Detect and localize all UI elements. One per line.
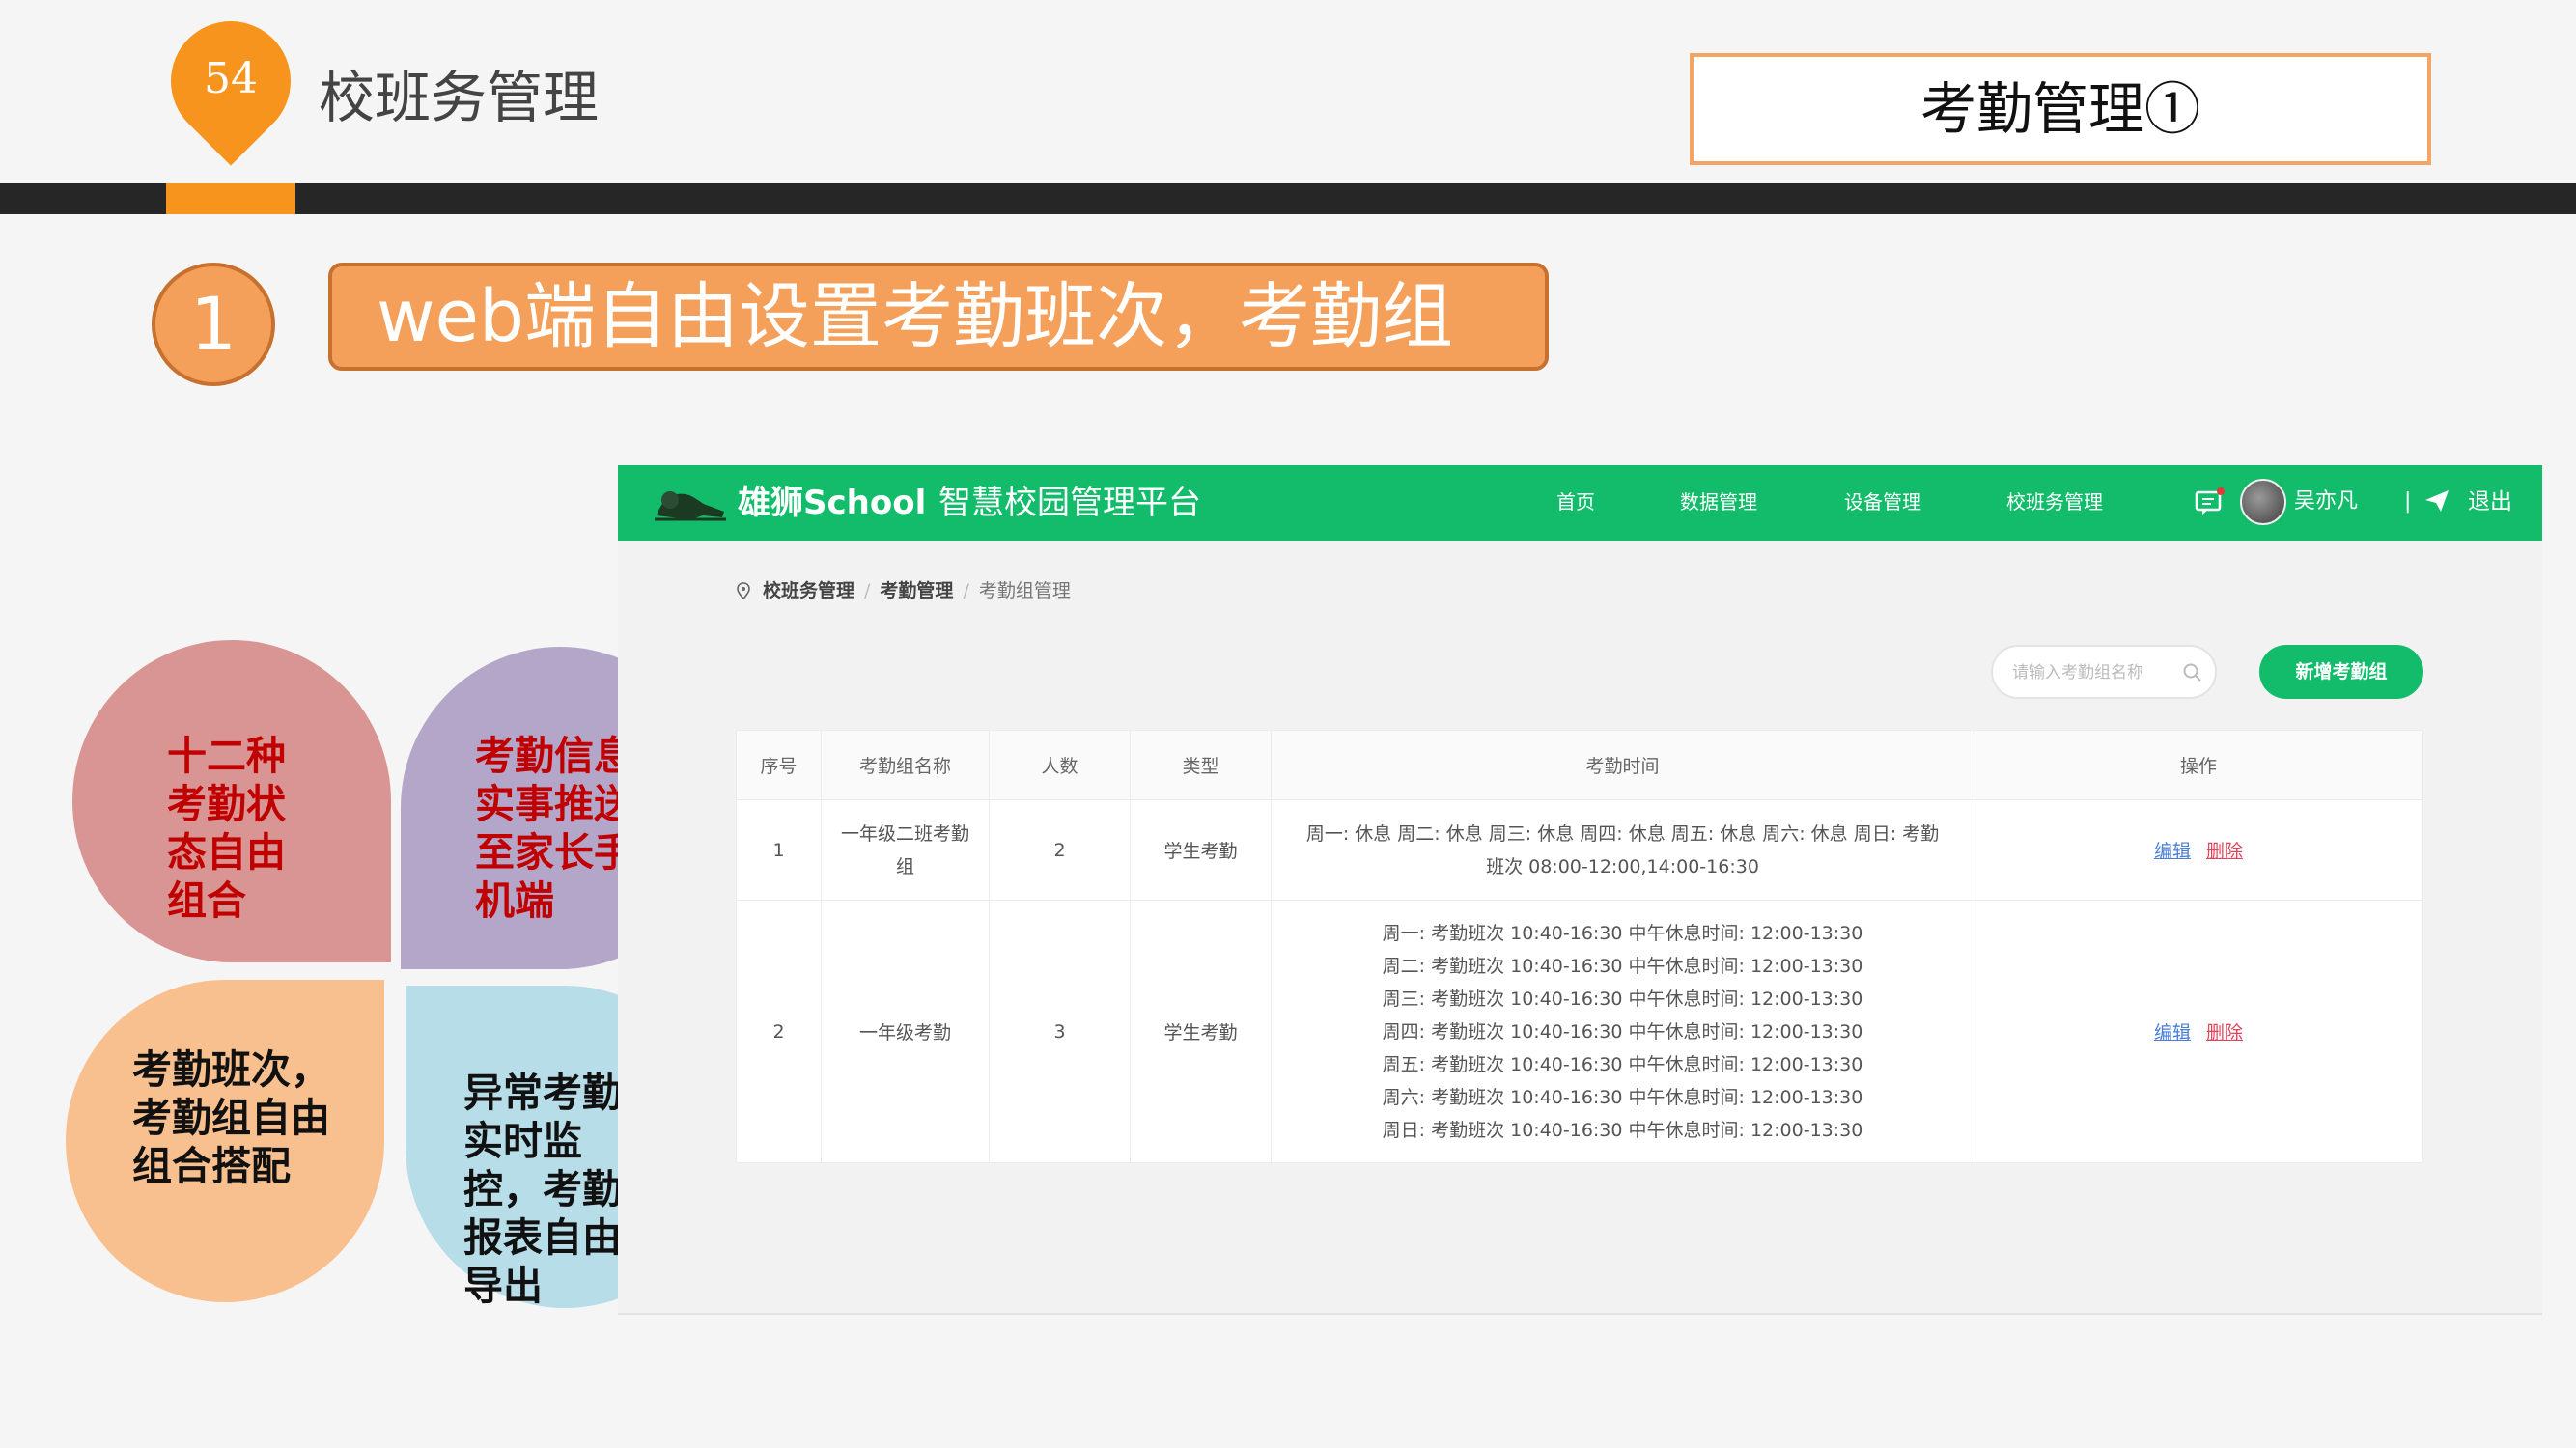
- cell-index: 2: [736, 900, 822, 1163]
- breadcrumb-item-attendance-group: 考勤组管理: [978, 580, 1071, 601]
- col-header-actions: 操作: [1974, 730, 2423, 800]
- attendance-group-table: 序号 考勤组名称 人数 类型 考勤时间 操作 1 一年级二班考勤组 2 学生考勤…: [736, 730, 2423, 1163]
- section-number-circle: 1: [152, 263, 275, 386]
- nav-separator: |: [2404, 489, 2412, 514]
- delete-link[interactable]: 删除: [2206, 1022, 2243, 1044]
- cell-count: 3: [989, 900, 1131, 1163]
- app-navbar: 雄狮School 智慧校园管理平台 首页 数据管理 设备管理 校班务管理 吴亦凡…: [618, 465, 2542, 541]
- col-header-name: 考勤组名称: [821, 730, 990, 800]
- nav-device-management[interactable]: 设备管理: [1844, 488, 1921, 515]
- nav-class-affairs[interactable]: 校班务管理: [2006, 488, 2103, 515]
- search-icon[interactable]: [2182, 662, 2203, 683]
- time-line: 周四: 考勤班次 10:40-16:30 中午休息时间: 12:00-13:30: [1382, 1020, 1863, 1043]
- time-line: 周一: 考勤班次 10:40-16:30 中午休息时间: 12:00-13:30: [1382, 922, 1863, 944]
- table-row: 1 一年级二班考勤组 2 学生考勤 周一: 休息 周二: 休息 周三: 休息 周…: [736, 799, 2423, 901]
- cell-type: 学生考勤: [1130, 900, 1272, 1163]
- edit-link[interactable]: 编辑: [2154, 1022, 2191, 1044]
- col-header-time: 考勤时间: [1271, 730, 1974, 800]
- cell-type: 学生考勤: [1130, 799, 1272, 901]
- search-box[interactable]: [1991, 645, 2217, 699]
- logout-link[interactable]: 退出: [2468, 487, 2512, 517]
- breadcrumb: 校班务管理 / 考勤管理 / 考勤组管理: [736, 577, 1071, 604]
- search-input[interactable]: [2012, 658, 2186, 687]
- table-header-row: 序号 考勤组名称 人数 类型 考勤时间 操作: [736, 730, 2423, 800]
- breadcrumb-item-class-affairs[interactable]: 校班务管理: [763, 580, 854, 601]
- cell-name: 一年级考勤: [821, 900, 990, 1163]
- breadcrumb-item-attendance[interactable]: 考勤管理: [880, 580, 953, 601]
- nav-home[interactable]: 首页: [1556, 488, 1595, 515]
- cell-index: 1: [736, 799, 822, 901]
- cell-name-text: 一年级二班考勤组: [840, 822, 969, 877]
- time-line: 周六: 考勤班次 10:40-16:30 中午休息时间: 12:00-13:30: [1382, 1086, 1863, 1108]
- app-screenshot: 雄狮School 智慧校园管理平台 首页 数据管理 设备管理 校班务管理 吴亦凡…: [618, 465, 2542, 1315]
- location-icon: [737, 582, 750, 599]
- header-divider-bar: [0, 183, 2576, 214]
- delete-link[interactable]: 删除: [2206, 841, 2243, 862]
- breadcrumb-separator: /: [864, 580, 871, 601]
- edit-link[interactable]: 编辑: [2154, 841, 2191, 862]
- section-title-box: 考勤管理①: [1690, 53, 2431, 165]
- platform-name: 智慧校园管理平台: [938, 484, 1201, 522]
- brand-name: 雄狮School: [738, 484, 927, 522]
- table-row: 2 一年级考勤 3 学生考勤 周一: 考勤班次 10:40-16:30 中午休息…: [736, 900, 2423, 1163]
- feature-text-1: 十二种考勤状态自由组合: [167, 733, 286, 924]
- cell-name: 一年级二班考勤组: [821, 799, 990, 901]
- col-header-index: 序号: [736, 730, 822, 800]
- section-heading-banner: web端自由设置考勤班次，考勤组: [328, 263, 1549, 371]
- lion-logo-icon: [655, 491, 726, 521]
- logout-icon[interactable]: [2423, 488, 2450, 514]
- page-number: 54: [204, 54, 258, 103]
- breadcrumb-separator: /: [963, 580, 969, 601]
- user-name[interactable]: 吴亦凡: [2294, 487, 2358, 517]
- cell-actions: 编辑 删除: [1974, 799, 2423, 901]
- user-avatar[interactable]: [2240, 479, 2286, 525]
- time-line: 周五: 考勤班次 10:40-16:30 中午休息时间: 12:00-13:30: [1382, 1053, 1863, 1075]
- header-accent-bar: [166, 183, 295, 214]
- cell-count: 2: [989, 799, 1131, 901]
- col-header-type: 类型: [1130, 730, 1272, 800]
- cell-actions: 编辑 删除: [1974, 900, 2423, 1163]
- nav-data-management[interactable]: 数据管理: [1680, 488, 1757, 515]
- time-line: 周三: 考勤班次 10:40-16:30 中午休息时间: 12:00-13:30: [1382, 988, 1863, 1010]
- time-line: 班次 08:00-12:00,14:00-16:30: [1486, 855, 1759, 877]
- add-attendance-group-button[interactable]: 新增考勤组: [2259, 645, 2423, 699]
- time-line: 周二: 考勤班次 10:40-16:30 中午休息时间: 12:00-13:30: [1382, 955, 1863, 977]
- message-icon[interactable]: [2194, 487, 2226, 515]
- col-header-count: 人数: [989, 730, 1131, 800]
- cell-time: 周一: 考勤班次 10:40-16:30 中午休息时间: 12:00-13:30…: [1271, 900, 1974, 1163]
- time-line: 周一: 休息 周二: 休息 周三: 休息 周四: 休息 周五: 休息 周六: 休…: [1305, 822, 1940, 845]
- cell-time: 周一: 休息 周二: 休息 周三: 休息 周四: 休息 周五: 休息 周六: 休…: [1271, 799, 1974, 901]
- header-title: 校班务管理: [319, 65, 600, 130]
- time-line: 周日: 考勤班次 10:40-16:30 中午休息时间: 12:00-13:30: [1382, 1119, 1863, 1141]
- feature-text-3: 考勤班次，考勤组自由组合搭配: [132, 1046, 330, 1189]
